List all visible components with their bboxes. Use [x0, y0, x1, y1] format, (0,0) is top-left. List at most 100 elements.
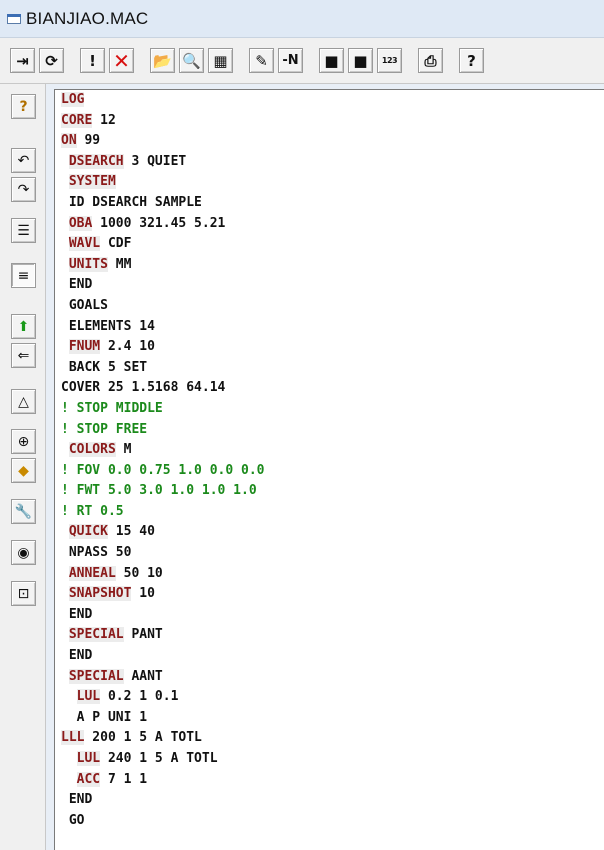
stop-button[interactable]: ✕ — [109, 48, 134, 73]
code-text: 200 1 5 A TOTL — [84, 730, 202, 746]
code-text: NPASS 50 — [68, 545, 132, 561]
code-line: END — [55, 605, 604, 626]
macro-editor[interactable]: LOG CORE 12 ON 99 DSEARCH 3 QUIET SYSTEM I… — [54, 89, 604, 850]
exclamation-icon: ! — [89, 51, 96, 70]
code-line: LUL 240 1 5 A TOTL — [55, 749, 604, 770]
keyword: LUL — [76, 751, 101, 766]
comment: ! RT 0.5 — [61, 503, 124, 519]
code-text: 15 40 — [107, 524, 155, 540]
undo-button[interactable]: ↶ — [11, 148, 36, 173]
code-text: GO — [68, 812, 85, 828]
code-line: UNITS MM — [55, 255, 604, 276]
frame-icon: ⊡ — [17, 585, 30, 602]
lens-button[interactable]: △ — [11, 389, 36, 414]
code-text: 1000 321.45 5.21 — [92, 215, 226, 231]
keyword: LOG — [61, 92, 85, 107]
keyword: OBA — [68, 215, 93, 231]
exit-icon: ⇥ — [16, 51, 29, 70]
wrench-icon: 🔧 — [14, 503, 33, 520]
refresh-button[interactable]: ⟳ — [39, 48, 64, 73]
numbers-button[interactable]: 123 — [377, 48, 402, 73]
keyword: UNITS — [68, 256, 108, 272]
code-text: PANT — [123, 627, 163, 643]
code-text: END — [68, 606, 93, 622]
wrench-button[interactable]: 🔧 — [11, 499, 36, 524]
keyword: LUL — [76, 689, 101, 705]
line-number-button[interactable]: -N — [278, 48, 303, 73]
indent-button[interactable]: ☰ — [11, 218, 36, 243]
code-line: DSEARCH 3 QUIET — [55, 152, 604, 173]
minus-n-icon: -N — [282, 53, 299, 68]
macro-button[interactable]: ▦ — [208, 48, 233, 73]
code-line: COVER 25 1.5168 64.14 — [55, 378, 604, 399]
code-line: END — [55, 646, 604, 667]
numbers-123-icon: 123 — [381, 56, 398, 65]
magnifier-icon: 🔍 — [182, 51, 201, 70]
window-icon — [6, 11, 22, 27]
code-line: END — [55, 790, 604, 811]
align-button[interactable]: ≡ — [11, 263, 36, 288]
move-up-button[interactable]: ⬆ — [11, 314, 36, 339]
keyword: ACC — [76, 771, 101, 787]
code-line: COLORS M — [55, 440, 604, 461]
view-button[interactable]: ◉ — [11, 540, 36, 565]
code-line: A P UNI 1 — [55, 708, 604, 729]
keyword: FNUM — [68, 339, 101, 355]
open-folder-button[interactable]: 📂 — [150, 48, 175, 73]
comment: ! STOP FREE — [61, 421, 148, 437]
keyword: COLORS — [68, 442, 116, 458]
save-as-button[interactable]: ■ — [348, 48, 373, 73]
window-title: BIANJIAO.MAC — [26, 8, 149, 28]
code-line: ! STOP MIDDLE — [55, 399, 604, 420]
code-text: 240 1 5 A TOTL — [100, 751, 218, 766]
find-button[interactable]: 🔍 — [179, 48, 204, 73]
code-text: M — [115, 442, 132, 458]
help-button-side[interactable]: ? — [11, 94, 36, 119]
code-text: 12 — [92, 112, 116, 128]
floppy-icon: ■ — [324, 51, 339, 70]
triangle-icon: △ — [18, 393, 29, 410]
code-text: 0.2 1 0.1 — [100, 689, 179, 705]
code-line: ! FWT 5.0 3.0 1.0 1.0 1.0 — [55, 481, 604, 502]
redo-button[interactable]: ↷ — [11, 177, 36, 202]
code-line: QUICK 15 40 — [55, 522, 604, 543]
open-folder-icon: 📂 — [153, 51, 172, 70]
gem-button[interactable]: ◆ — [11, 458, 36, 483]
frame-button[interactable]: ⊡ — [11, 581, 36, 606]
code-text: 10 — [131, 586, 155, 602]
import-button[interactable]: ⇐ — [11, 343, 36, 368]
code-line: GO — [55, 811, 604, 832]
target-button[interactable]: ⊕ — [11, 429, 36, 454]
keyword: WAVL — [68, 236, 101, 252]
code-line: FNUM 2.4 10 — [55, 337, 604, 358]
printer-icon: ⎙ — [424, 51, 437, 70]
print-button[interactable]: ⎙ — [418, 48, 443, 73]
app-window: BIANJIAO.MAC ⇥ ⟳! ✕ 📂 🔍 ▦ ✎ -N ■ ■ 123 ⎙? ? ↶ ↷ ☰ ≡ ⬆ ⇐ △ ⊕… — [0, 0, 604, 850]
code-line: GOALS — [55, 296, 604, 317]
save-button[interactable]: ■ — [319, 48, 344, 73]
comment: ! STOP MIDDLE — [61, 400, 163, 416]
eye-icon: ◉ — [17, 544, 30, 561]
edit-button[interactable]: ✎ — [249, 48, 274, 73]
keyword: QUICK — [68, 524, 108, 540]
code-line: ! FOV 0.0 0.75 1.0 0.0 0.0 — [55, 461, 604, 482]
code-text: 99 — [76, 133, 101, 149]
code-line: SNAPSHOT 10 — [55, 584, 604, 605]
code-text: AANT — [123, 668, 163, 684]
code-line: SPECIAL PANT — [55, 625, 604, 646]
keyword: SYSTEM — [68, 174, 116, 190]
keyword: DSEARCH — [68, 153, 124, 169]
code-text: END — [68, 792, 93, 808]
code-line: ANNEAL 50 10 — [55, 564, 604, 585]
help-button[interactable]: ? — [459, 48, 484, 73]
code-text: A P UNI 1 — [76, 709, 148, 725]
code-line: CORE 12 — [55, 111, 604, 132]
alert-button[interactable]: ! — [80, 48, 105, 73]
import-icon: ⇐ — [17, 347, 30, 364]
exit-button[interactable]: ⇥ — [10, 48, 35, 73]
code-text: 50 10 — [115, 565, 163, 581]
keyword: CORE — [61, 112, 93, 128]
code-line: LLL 200 1 5 A TOTL — [55, 728, 604, 749]
align-lines-icon: ≡ — [17, 267, 30, 284]
code-line: NPASS 50 — [55, 543, 604, 564]
